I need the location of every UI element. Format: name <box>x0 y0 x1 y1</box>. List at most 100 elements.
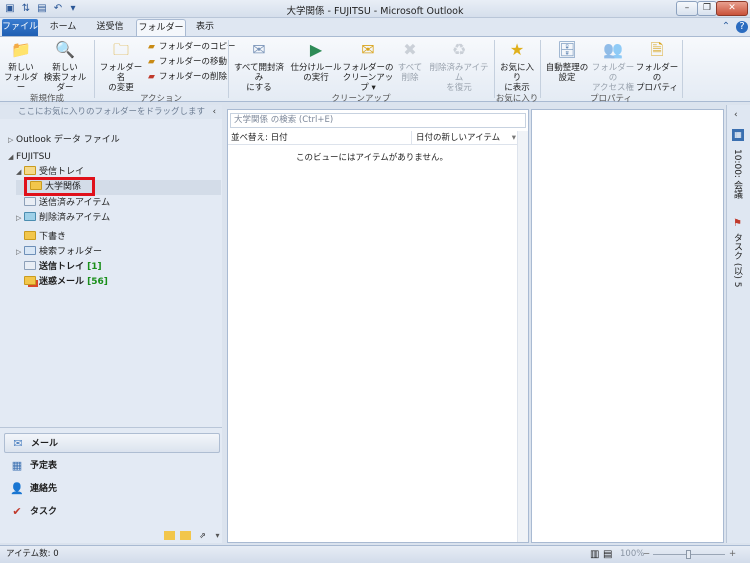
group-properties-label: プロパティ <box>590 94 632 104</box>
reading-view-icon[interactable]: ▤ <box>603 546 612 563</box>
nav-button-mail[interactable]: ✉ メール <box>4 433 220 453</box>
group-cleanup-label: クリーンアップ <box>331 94 391 104</box>
calendar-icon: ▦ <box>732 129 744 141</box>
delete-folder-button[interactable]: ▰ フォルダーの削除 <box>148 71 227 83</box>
favorites-drop-area[interactable]: ここにお気に入りのフォルダーをドラッグします ‹ <box>0 105 222 119</box>
sort-dropdown-icon[interactable]: ▾ <box>512 131 516 145</box>
deleted-items-icon <box>24 212 36 221</box>
tree-item-deleted[interactable]: ▷ 削除済みアイテム <box>16 211 110 225</box>
restore-button[interactable]: ❐ <box>697 1 717 16</box>
tree-item-junk[interactable]: 迷惑メール [56] <box>24 275 108 289</box>
tree-item-account[interactable]: ◢ FUJITSU <box>8 150 51 164</box>
help-icon[interactable]: ? <box>736 21 748 33</box>
copy-folder-icon: ▰ <box>148 42 155 52</box>
copy-folder-button[interactable]: ▰ フォルダーのコピー <box>148 41 236 53</box>
list-scrollbar[interactable] <box>517 131 528 542</box>
autoarchive-icon: 🗄 <box>556 40 578 59</box>
expand-icon[interactable]: ▷ <box>16 211 24 225</box>
zoom-slider-thumb[interactable] <box>686 550 691 559</box>
tab-view[interactable]: 表示 <box>190 19 220 36</box>
expand-icon[interactable]: ▷ <box>16 245 24 259</box>
shortcuts-icon[interactable]: ⇗ <box>197 531 208 540</box>
new-search-folder-button[interactable]: 🔍 新しい 検索フォルダー <box>40 39 90 93</box>
envelope-open-icon: ✉ <box>252 40 266 59</box>
nav-button-calendar[interactable]: ▦ 予定表 <box>4 456 220 476</box>
tab-folder[interactable]: フォルダー <box>136 19 186 36</box>
sent-items-icon <box>24 197 36 206</box>
group-new-label: 新規作成 <box>29 94 64 104</box>
configure-buttons-icon[interactable]: ▾ <box>212 531 223 540</box>
recover-deleted-button[interactable]: ♻ 削除済みアイテム を復元 <box>426 39 492 93</box>
move-folder-icon: ▰ <box>148 57 155 67</box>
zoom-in-icon[interactable]: + <box>729 546 736 563</box>
window-title: 大学関係 - FUJITSU - Microsoft Outlook <box>286 6 464 17</box>
todo-appointment[interactable]: 10:00: 会議 <box>731 149 744 199</box>
empty-view-message: このビューにはアイテムがありません。 <box>296 153 448 163</box>
expand-todo-icon[interactable]: ‹ <box>734 110 738 120</box>
run-rules-button[interactable]: ▶ 仕分けルール の実行 <box>290 39 342 83</box>
nav-button-contacts[interactable]: 👤 連絡先 <box>4 479 220 499</box>
collapse-ribbon-icon[interactable]: ⌃ <box>720 21 732 33</box>
folder-properties-button[interactable]: 🗎 フォルダーの プロパティ <box>635 39 679 93</box>
rename-folder-button[interactable]: 🗀 フォルダー名 の変更 <box>97 39 145 93</box>
ribbon-tabs: ファイル ホーム 送受信 フォルダー 表示 ⌃ ? <box>0 18 750 36</box>
tab-home[interactable]: ホーム <box>42 19 84 36</box>
delete-all-button[interactable]: ✖ すべて 削除 <box>396 39 424 83</box>
title-bar: ▣ ⇅ ▤ ↶ ▾ 大学関係 - FUJITSU - Microsoft Out… <box>0 0 750 18</box>
folder-list-icon[interactable] <box>180 531 191 540</box>
outbox-icon <box>24 261 36 270</box>
new-folder-icon: 📁 <box>11 40 31 59</box>
search-folder-icon <box>24 246 36 255</box>
tree-item-search-folders[interactable]: ▷ 検索フォルダー <box>16 245 102 259</box>
show-in-favorites-button[interactable]: ★ お気に入り に表示 <box>496 39 538 93</box>
clean-up-icon: ✉ <box>361 40 375 59</box>
tree-item-outlook-data-file[interactable]: ▷ Outlook データ ファイル <box>8 133 120 147</box>
reading-pane <box>531 109 724 543</box>
zoom-level: 100% <box>620 549 645 559</box>
new-folder-button[interactable]: 📁 新しい フォルダー <box>3 39 39 93</box>
search-input[interactable]: 大学関係 の検索 (Ctrl+E) <box>230 113 526 128</box>
collapse-icon[interactable]: ◢ <box>8 150 16 164</box>
tab-send-receive[interactable]: 送受信 <box>88 19 132 36</box>
todo-tasks[interactable]: タスク (以) 5 <box>731 233 744 287</box>
group-actions-label: アクション <box>139 94 183 104</box>
nav-button-tasks[interactable]: ✔ タスク <box>4 502 220 522</box>
ribbon-separator <box>682 40 683 98</box>
tree-item-sent[interactable]: 送信済みアイテム <box>24 196 110 210</box>
navigation-buttons: ✉ メール ▦ 予定表 👤 連絡先 ✔ タスク <box>0 427 222 543</box>
clean-up-folder-button[interactable]: ✉ フォルダーの クリーンアップ ▾ <box>342 39 394 93</box>
autoarchive-settings-button[interactable]: 🗄 自動整理の 設定 <box>544 39 590 83</box>
expand-icon[interactable]: ▷ <box>8 133 16 147</box>
ribbon-separator <box>540 40 541 98</box>
folder-permissions-button[interactable]: 👥 フォルダーの アクセス権 <box>591 39 635 93</box>
delete-all-icon: ✖ <box>403 40 417 59</box>
delete-folder-icon: ▰ <box>148 72 155 82</box>
collapse-nav-icon[interactable]: ‹ <box>213 105 216 119</box>
sort-order-label[interactable]: 日付の新しいアイテム <box>411 131 500 145</box>
sort-by-label[interactable]: 並べ替え: 日付 <box>231 131 288 145</box>
tree-item-outbox[interactable]: 送信トレイ [1] <box>24 260 102 274</box>
normal-view-icon[interactable]: ▥ <box>590 546 599 563</box>
properties-icon: 🗎 <box>650 40 664 59</box>
rename-folder-icon: 🗀 <box>112 40 129 59</box>
recover-deleted-icon: ♻ <box>451 40 467 59</box>
collapse-icon[interactable]: ◢ <box>16 165 24 179</box>
permissions-icon: 👥 <box>603 40 623 59</box>
tree-item-drafts[interactable]: 下書き <box>24 230 66 244</box>
junk-mail-icon <box>24 276 36 285</box>
mark-all-read-button[interactable]: ✉ すべて開封済み にする <box>230 39 288 93</box>
zoom-out-icon[interactable]: − <box>643 546 650 563</box>
group-favorites-label: お気に入り <box>495 94 539 104</box>
calendar-icon: ▦ <box>11 459 23 472</box>
tab-file[interactable]: ファイル <box>2 19 38 36</box>
ribbon: 📁 新しい フォルダー 🔍 新しい 検索フォルダー 新規作成 🗀 フォルダー名 … <box>0 36 750 104</box>
move-folder-button[interactable]: ▰ フォルダーの移動 <box>148 56 227 68</box>
minimize-button[interactable]: – <box>676 1 698 16</box>
sort-header: 並べ替え: 日付 日付の新しいアイテム ▾ <box>228 131 518 145</box>
folder-tree: ▷ Outlook データ ファイル ◢ FUJITSU ◢ 受信トレイ 大学関係 送… <box>0 119 222 427</box>
mail-icon: ✉ <box>13 437 23 450</box>
ribbon-separator <box>494 40 495 98</box>
notes-icon[interactable] <box>164 531 175 540</box>
close-button[interactable]: ✕ <box>716 1 748 16</box>
favorite-star-icon: ★ <box>509 40 525 59</box>
